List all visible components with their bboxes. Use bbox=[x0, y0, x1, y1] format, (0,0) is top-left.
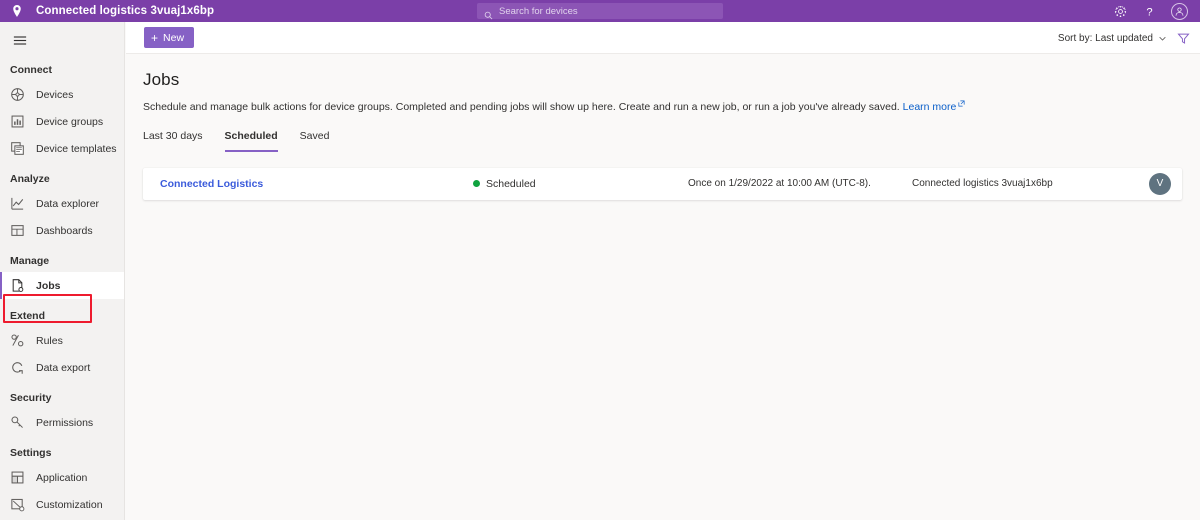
jobs-tabs: Last 30 days Scheduled Saved bbox=[143, 130, 1200, 152]
jobs-icon bbox=[10, 278, 25, 293]
sidebar-item-device-groups[interactable]: Device groups bbox=[0, 108, 124, 135]
job-schedule: Once on 1/29/2022 at 10:00 AM (UTC-8). bbox=[688, 178, 871, 190]
hamburger-menu-icon[interactable] bbox=[0, 27, 40, 53]
job-device-group: Connected logistics 3vuaj1x6bp bbox=[912, 178, 1053, 190]
svg-text:?: ? bbox=[1146, 6, 1152, 18]
sidebar-item-label: Rules bbox=[36, 334, 63, 347]
global-search[interactable] bbox=[477, 3, 723, 19]
account-avatar-icon[interactable] bbox=[1171, 2, 1188, 20]
permissions-key-icon bbox=[10, 415, 25, 430]
avatar: V bbox=[1149, 172, 1171, 195]
search-input[interactable] bbox=[499, 5, 699, 17]
top-app-bar: Connected logistics 3vuaj1x6bp ? bbox=[0, 0, 1200, 22]
sidebar-item-label: Device templates bbox=[36, 142, 117, 155]
page-title: Jobs bbox=[143, 70, 180, 89]
customization-icon bbox=[10, 497, 25, 512]
sidebar-item-jobs[interactable]: Jobs bbox=[0, 272, 124, 299]
new-button-label: New bbox=[163, 31, 185, 44]
question-mark-icon[interactable]: ? bbox=[1142, 4, 1157, 19]
sidebar-item-permissions[interactable]: Permissions bbox=[0, 409, 124, 436]
sidebar-item-label: Customization bbox=[36, 498, 103, 511]
sidebar-item-data-explorer[interactable]: Data explorer bbox=[0, 190, 124, 217]
nav-group-settings: Settings bbox=[10, 447, 52, 459]
gear-icon[interactable] bbox=[1113, 4, 1128, 19]
sort-by-label: Sort by: Last updated bbox=[1057, 32, 1153, 44]
filter-funnel-icon[interactable] bbox=[1177, 32, 1190, 45]
sidebar-item-label: Data explorer bbox=[36, 197, 100, 210]
sidebar-item-label: Dashboards bbox=[36, 224, 93, 237]
status-label: Scheduled bbox=[486, 177, 536, 190]
devices-icon bbox=[10, 87, 25, 102]
sidebar-item-customization[interactable]: Customization bbox=[0, 491, 124, 518]
sidebar-item-dashboards[interactable]: Dashboards bbox=[0, 217, 124, 244]
sidebar-item-label: Jobs bbox=[36, 279, 61, 292]
status-badge: Scheduled bbox=[473, 178, 688, 190]
nav-group-analyze: Analyze bbox=[10, 173, 50, 185]
nav-group-connect: Connect bbox=[10, 64, 52, 76]
data-export-icon bbox=[10, 360, 25, 375]
nav-group-manage: Manage bbox=[10, 255, 50, 267]
sidebar-item-device-templates[interactable]: Device templates bbox=[0, 135, 124, 162]
tab-saved[interactable]: Saved bbox=[300, 130, 330, 152]
table-row[interactable]: Connected Logistics Scheduled Once on 1/… bbox=[143, 167, 1182, 200]
chevron-down-icon bbox=[1158, 34, 1167, 43]
sidebar-item-label: Permissions bbox=[36, 416, 94, 429]
sidebar-item-devices[interactable]: Devices bbox=[0, 81, 124, 108]
location-pin-icon bbox=[10, 4, 24, 18]
nav-group-security: Security bbox=[10, 392, 52, 404]
main-content: Jobs Schedule and manage bulk actions fo… bbox=[126, 54, 1200, 520]
page-description-text: Schedule and manage bulk actions for dev… bbox=[143, 101, 900, 113]
sidebar-item-label: Device groups bbox=[36, 115, 104, 128]
device-groups-icon bbox=[10, 114, 25, 129]
dashboards-icon bbox=[10, 223, 25, 238]
sidebar-item-data-export[interactable]: Data export bbox=[0, 354, 124, 381]
sidebar-item-label: Data export bbox=[36, 361, 91, 374]
data-explorer-icon bbox=[10, 196, 25, 211]
learn-more-link[interactable]: Learn more bbox=[903, 101, 957, 113]
command-bar-right: Sort by: Last updated bbox=[1058, 22, 1190, 54]
application-icon bbox=[10, 470, 25, 485]
sidebar-item-application[interactable]: Application bbox=[0, 464, 124, 491]
topbar-actions: ? bbox=[1113, 0, 1194, 22]
sort-by-dropdown[interactable]: Sort by: Last updated bbox=[1058, 33, 1167, 44]
rules-icon bbox=[10, 333, 25, 348]
tab-last-30-days[interactable]: Last 30 days bbox=[143, 130, 203, 152]
plus-icon: + bbox=[151, 30, 159, 45]
sidebar-item-rules[interactable]: Rules bbox=[0, 327, 124, 354]
left-navigation: Connect Devices Device groups Device tem… bbox=[0, 22, 125, 520]
job-name-link[interactable]: Connected Logistics bbox=[143, 178, 473, 190]
page-description: Schedule and manage bulk actions for dev… bbox=[143, 98, 1200, 115]
tab-scheduled[interactable]: Scheduled bbox=[224, 130, 278, 152]
external-link-icon bbox=[958, 98, 965, 107]
device-templates-icon bbox=[10, 141, 25, 156]
status-dot-icon bbox=[473, 180, 480, 188]
app-title: Connected logistics 3vuaj1x6bp bbox=[36, 5, 215, 17]
nav-group-extend: Extend bbox=[10, 310, 46, 322]
new-job-button[interactable]: + New bbox=[144, 27, 195, 48]
brand-area: Connected logistics 3vuaj1x6bp bbox=[0, 4, 300, 18]
sidebar-item-label: Devices bbox=[36, 88, 74, 101]
command-bar: + New Sort by: Last updated bbox=[126, 22, 1200, 54]
sidebar-item-label: Application bbox=[36, 471, 88, 484]
search-icon bbox=[484, 7, 493, 19]
